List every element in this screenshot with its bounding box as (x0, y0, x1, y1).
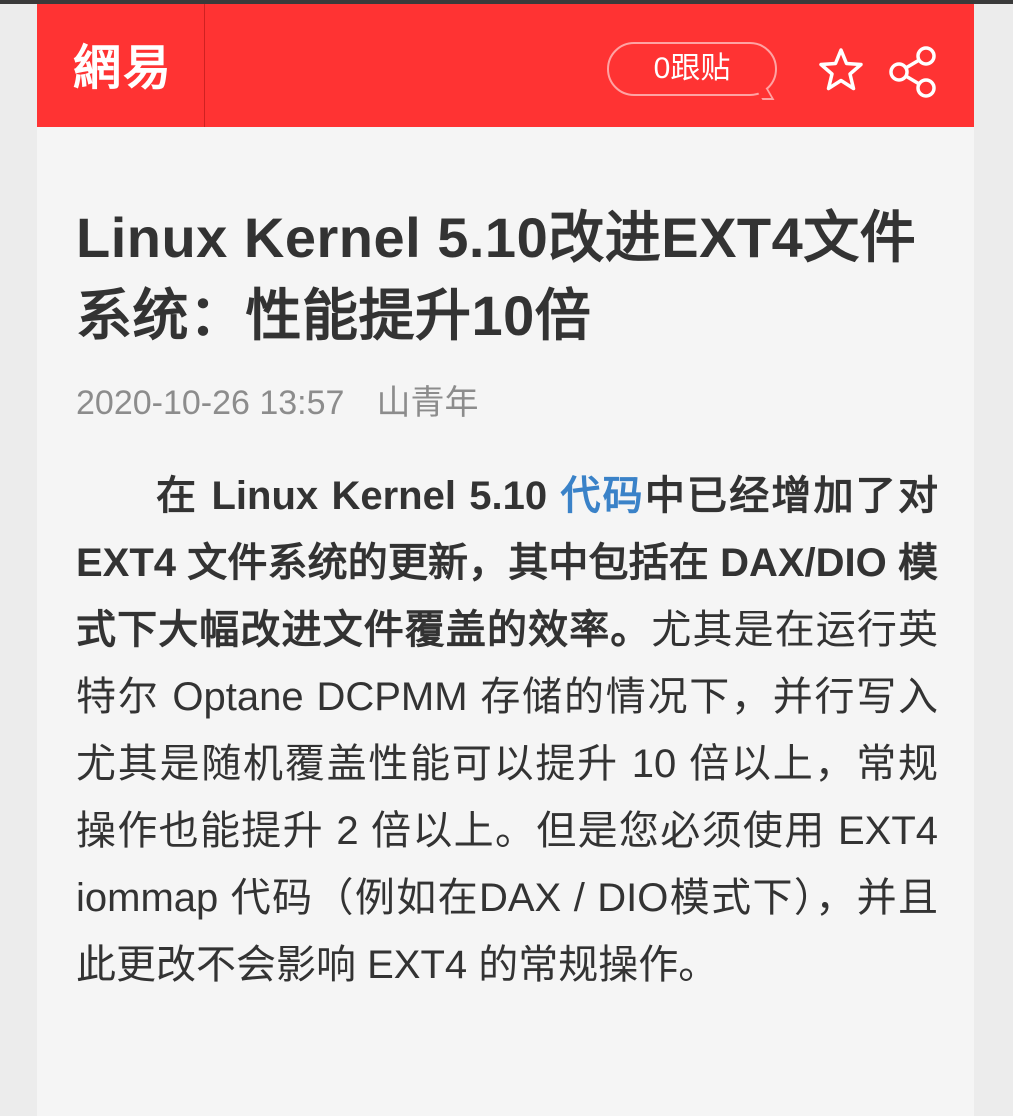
star-icon (819, 48, 863, 91)
publish-date: 2020-10-26 13:57 (76, 384, 345, 422)
article-content: Linux Kernel 5.10改进EXT4文件系统：性能提升10倍 2020… (76, 199, 938, 999)
share-button[interactable] (885, 44, 937, 98)
speech-bubble-tail (755, 88, 775, 100)
comment-count-label: 0跟贴 (653, 52, 731, 85)
logo-link[interactable]: 網易 (37, 4, 205, 127)
article-title: Linux Kernel 5.10改进EXT4文件系统：性能提升10倍 (76, 206, 917, 347)
favorite-button[interactable] (815, 44, 867, 96)
netease-logo: 網易 (73, 40, 174, 96)
article-meta: 2020-10-26 13:57 山青年 (76, 383, 938, 423)
comment-count-button[interactable]: 0跟贴 (607, 42, 777, 100)
author-name: 山青年 (376, 384, 479, 422)
body-text: 尤其是在运行英特尔 Optane DCPMM 存储的情况下，并行写入尤其是随机覆… (76, 608, 939, 987)
bold-lead-text: 在 Linux Kernel 5.10 (156, 474, 561, 518)
share-icon (889, 46, 936, 98)
top-header-bar: 網易 0跟贴 (37, 4, 974, 127)
code-link[interactable]: 代码 (560, 474, 644, 518)
article-page: 網易 0跟贴 Linux Kernel 5.10改进EXT4文件系统：性能提升1… (37, 4, 974, 1116)
article-paragraph: 在 Linux Kernel 5.10 代码中已经增加了对 EXT4 文件系统的… (76, 463, 938, 999)
